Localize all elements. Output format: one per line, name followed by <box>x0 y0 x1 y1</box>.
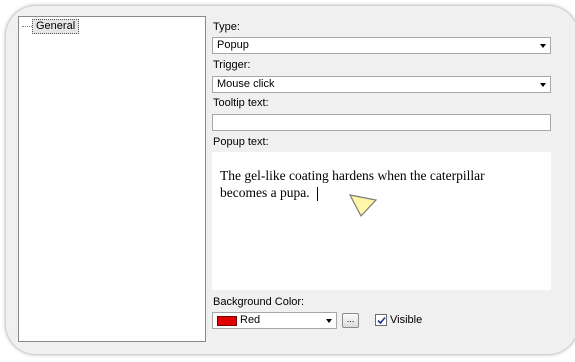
tree-item-general[interactable]: General <box>32 19 80 34</box>
trigger-label: Trigger: <box>213 59 251 71</box>
trigger-value: Mouse click <box>217 78 275 90</box>
trigger-dropdown[interactable]: Mouse click <box>212 76 551 93</box>
tooltip-input[interactable] <box>212 114 551 131</box>
background-color-dropdown[interactable]: Red <box>212 312 337 329</box>
visible-checkbox[interactable] <box>375 314 387 326</box>
color-picker-button[interactable]: ... <box>342 313 359 328</box>
chevron-down-icon <box>540 83 546 87</box>
type-value: Popup <box>217 39 249 51</box>
chevron-down-icon <box>326 319 332 323</box>
tree-view[interactable]: General <box>18 16 206 342</box>
visible-label: Visible <box>390 314 423 326</box>
tooltip-label: Tooltip text: <box>213 97 269 109</box>
tree-connector <box>22 26 32 27</box>
text-caret <box>317 187 318 201</box>
type-label: Type: <box>213 21 240 33</box>
background-color-label: Background Color: <box>213 296 305 308</box>
background-color-value: Red <box>240 314 261 326</box>
pointer-callout-icon <box>348 194 378 218</box>
type-dropdown[interactable]: Popup <box>212 37 551 54</box>
chevron-down-icon <box>540 44 546 48</box>
popup-label: Popup text: <box>213 136 269 148</box>
checkmark-icon <box>377 316 386 325</box>
popup-text-editor[interactable]: The gel-like coating hardens when the ca… <box>212 152 551 290</box>
color-swatch <box>217 316 237 326</box>
